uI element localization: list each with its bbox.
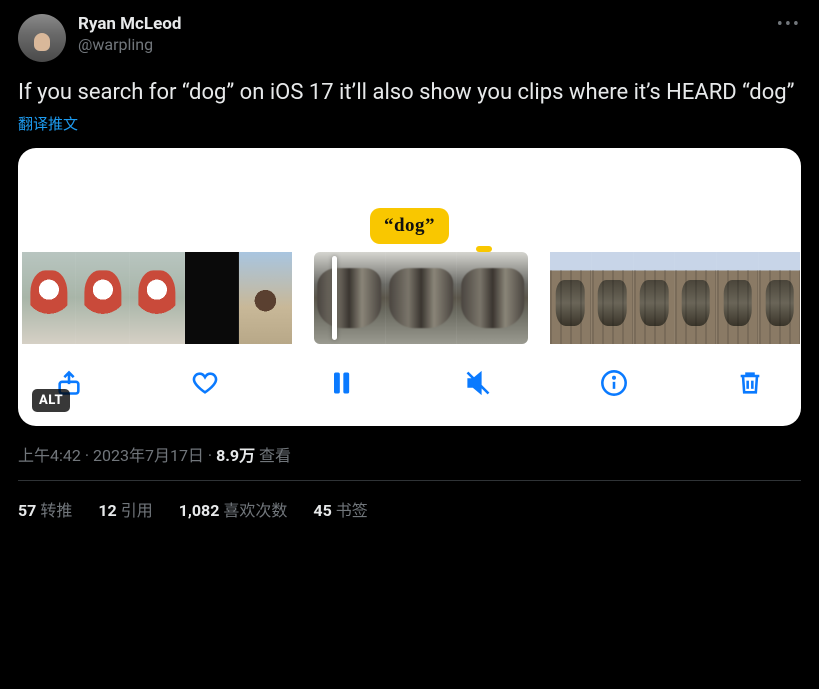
thumbnail: [634, 252, 676, 344]
author-block[interactable]: Ryan McLeod @warpling: [78, 14, 181, 55]
tweet-date[interactable]: 2023年7月17日: [93, 446, 204, 465]
caption-pill: “dog”: [370, 208, 449, 244]
views-count: 8.9万: [216, 446, 255, 465]
quotes[interactable]: 12引用: [98, 497, 152, 521]
media-toolbar: [18, 344, 801, 426]
thumbnail: [185, 252, 239, 344]
thumbnail: [675, 252, 717, 344]
thumbnail: [592, 252, 634, 344]
tweet-time[interactable]: 上午4:42: [18, 446, 81, 465]
tweet: Ryan McLeod @warpling ••• If you search …: [0, 0, 819, 537]
clip-group-2[interactable]: [314, 252, 528, 344]
media-top: “dog”: [18, 148, 801, 252]
info-icon[interactable]: [597, 366, 631, 400]
stats-row: 57转推 12引用 1,082喜欢次数 45书签: [18, 481, 801, 537]
views-label: 查看: [255, 446, 291, 465]
heart-icon[interactable]: [188, 366, 222, 400]
thumbnail: [239, 252, 292, 344]
thumbnail: [457, 252, 528, 344]
tweet-header: Ryan McLeod @warpling: [18, 14, 801, 62]
media-card[interactable]: “dog”: [18, 148, 801, 426]
thumbnail: [130, 252, 184, 344]
playhead[interactable]: [332, 256, 337, 340]
clip-group-1[interactable]: [22, 252, 292, 344]
clip-group-3[interactable]: [550, 252, 800, 344]
trash-icon[interactable]: [733, 366, 767, 400]
avatar[interactable]: [18, 14, 66, 62]
thumbnail: [22, 252, 76, 344]
thumbnail: [386, 252, 458, 344]
thumbnail: [717, 252, 759, 344]
display-name: Ryan McLeod: [78, 14, 181, 35]
video-timeline[interactable]: [18, 252, 801, 344]
pause-icon[interactable]: [324, 366, 358, 400]
thumbnail: [314, 252, 386, 344]
handle: @warpling: [78, 35, 181, 55]
likes[interactable]: 1,082喜欢次数: [179, 497, 288, 521]
retweets[interactable]: 57转推: [18, 497, 72, 521]
meta-row: 上午4:42 · 2023年7月17日 · 8.9万 查看: [18, 442, 801, 481]
thumbnail: [76, 252, 130, 344]
thumbnail: [759, 252, 800, 344]
alt-badge[interactable]: ALT: [32, 389, 70, 412]
translate-link[interactable]: 翻译推文: [18, 113, 78, 134]
tweet-text: If you search for “dog” on iOS 17 it’ll …: [18, 78, 801, 107]
thumbnail: [550, 252, 592, 344]
bookmarks[interactable]: 45书签: [313, 497, 367, 521]
mute-icon[interactable]: [461, 366, 495, 400]
more-button[interactable]: •••: [777, 14, 801, 35]
